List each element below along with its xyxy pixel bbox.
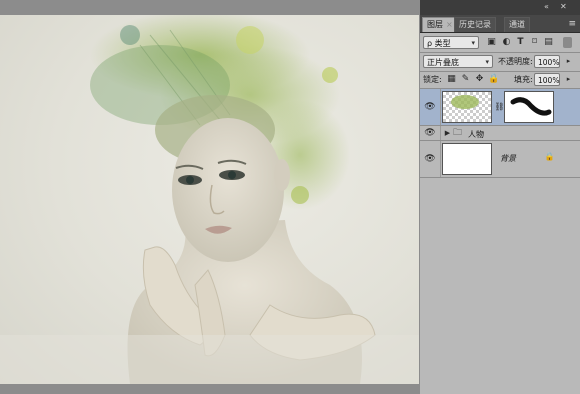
collapse-icon[interactable]: « (544, 2, 549, 11)
filter-toggle-icon[interactable] (563, 37, 572, 48)
lock-transparent-icon[interactable]: ▦ (446, 74, 457, 85)
opacity-label: 不透明度: (498, 57, 533, 66)
layer-thumbnail[interactable] (442, 91, 492, 123)
portrait-artwork (0, 15, 419, 384)
shape-filter-icon[interactable]: ⌑ (529, 37, 540, 48)
filter-kind-label: ρ 类型 (427, 39, 451, 48)
filter-kind-dropdown[interactable]: ρ 类型 ▾ (423, 36, 479, 49)
tab-history[interactable]: 历史记录 (454, 17, 496, 32)
layer-mask-thumbnail[interactable] (504, 91, 554, 123)
tab-layers-label: 图层 (427, 20, 443, 29)
close-icon[interactable]: ✕ (560, 2, 567, 11)
divider (440, 141, 441, 177)
layer-row-masked[interactable]: 👁 ⛓ (420, 89, 580, 126)
tab-history-label: 历史记录 (459, 20, 491, 29)
lock-row: 锁定: ▦ ✎ ✥ 🔒 填充: 100% ▸ (420, 71, 580, 88)
filter-row: ρ 类型 ▾ ▣ ◐ T ⌑ ▤ (420, 35, 580, 51)
divider (440, 89, 441, 125)
fill-field[interactable]: 100% (534, 73, 560, 86)
layer-thumbnail[interactable] (442, 143, 492, 175)
layer-name: 人物 (468, 130, 484, 139)
smart-object-filter-icon[interactable]: ▤ (543, 37, 554, 48)
eye-icon[interactable]: 👁 (424, 101, 436, 113)
adjustment-filter-icon[interactable]: ◐ (501, 37, 512, 48)
eye-icon[interactable]: 👁 (424, 127, 436, 139)
blend-mode-dropdown[interactable]: 正片叠底 ▾ (423, 55, 493, 68)
lock-brush-icon[interactable]: ✎ (460, 74, 471, 85)
tab-layers[interactable]: 图层 × (422, 17, 458, 32)
layer-name: 背景 (500, 154, 516, 163)
tab-channels-label: 通道 (509, 20, 525, 29)
opacity-field[interactable]: 100% (534, 55, 560, 68)
chevron-down-icon: ▾ (485, 58, 489, 66)
canvas-bottom-strip (0, 384, 420, 394)
folder-icon: 🗀 (452, 128, 462, 138)
fill-label: 填充: (514, 75, 533, 84)
lock-icon: 🔒 (544, 152, 555, 161)
layers-panel-body: ρ 类型 ▾ ▣ ◐ T ⌑ ▤ 正片叠底 ▾ 不透明度: 100% ▸ 锁定: ▦ (420, 33, 580, 394)
document-image[interactable] (0, 15, 419, 384)
panel-title-bar: « ✕ (420, 0, 580, 15)
fill-value: 100% (538, 76, 560, 85)
canvas-area[interactable] (0, 0, 420, 394)
tab-close-icon[interactable]: × (446, 20, 453, 29)
lock-label: 锁定: (423, 75, 442, 84)
layer-row-background[interactable]: 👁 背景 🔒 (420, 141, 580, 178)
image-filter-icon[interactable]: ▣ (486, 37, 497, 48)
divider (440, 126, 441, 140)
lock-position-icon[interactable]: ✥ (474, 74, 485, 85)
blend-row: 正片叠底 ▾ 不透明度: 100% ▸ (420, 52, 580, 70)
layer-row-group[interactable]: 👁 ▶ 🗀 人物 (420, 126, 580, 141)
fill-slider-arrow-icon[interactable]: ▸ (563, 74, 574, 85)
chevron-down-icon: ▾ (471, 39, 475, 47)
layer-thumbnail-art (451, 95, 479, 109)
panel-menu-icon[interactable]: ≡ (568, 19, 576, 29)
eye-icon[interactable]: 👁 (424, 153, 436, 165)
type-filter-icon[interactable]: T (515, 37, 526, 48)
layers-panel: « ✕ 图层 × 历史记录 通道 ≡ ρ 类型 ▾ ▣ ◐ T ⌑ ▤ 正片叠底… (420, 0, 580, 394)
blend-mode-value: 正片叠底 (427, 58, 459, 67)
opacity-value: 100% (538, 58, 560, 67)
panel-tabs: 图层 × 历史记录 通道 ≡ (420, 15, 580, 33)
opacity-slider-arrow-icon[interactable]: ▸ (563, 56, 574, 67)
mask-thumbnail-art (510, 97, 552, 116)
tab-channels[interactable]: 通道 (504, 17, 530, 32)
lock-all-icon[interactable]: 🔒 (488, 74, 499, 85)
canvas-top-strip (0, 0, 420, 15)
